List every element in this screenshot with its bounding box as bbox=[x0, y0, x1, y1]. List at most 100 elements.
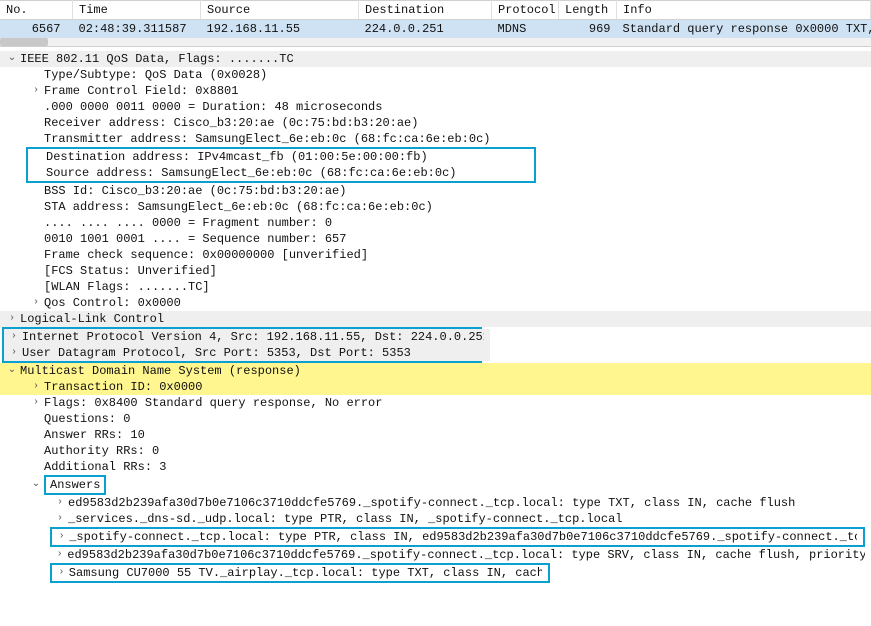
chevron-down-icon[interactable]: ⌄ bbox=[6, 363, 18, 379]
tree-answer-1[interactable]: › _services._dns-sd._udp.local: type PTR… bbox=[0, 511, 871, 527]
tree-mdns-txid-label: Transaction ID: 0x0000 bbox=[44, 379, 202, 395]
tree-wlan-flags[interactable]: › [WLAN Flags: .......TC] bbox=[0, 279, 871, 295]
col-protocol[interactable]: Protocol bbox=[492, 1, 559, 20]
packet-list-hscrollbar-thumb[interactable] bbox=[0, 38, 48, 46]
chevron-right-icon[interactable]: › bbox=[30, 379, 42, 395]
col-no[interactable]: No. bbox=[0, 1, 73, 20]
tree-answer-2[interactable]: › _spotify-connect._tcp.local: type PTR,… bbox=[52, 529, 863, 545]
packet-list-header-row[interactable]: No. Time Source Destination Protocol Len… bbox=[0, 1, 871, 20]
chevron-right-icon[interactable]: › bbox=[6, 311, 18, 327]
chevron-right-icon[interactable]: › bbox=[56, 565, 67, 581]
tree-answer-1-label: _services._dns-sd._udp.local: type PTR, … bbox=[68, 511, 623, 527]
tree-sta-addr[interactable]: › STA address: SamsungElect_6e:eb:0c (68… bbox=[0, 199, 871, 215]
tree-answer-4[interactable]: › Samsung CU7000 55 TV._airplay._tcp.loc… bbox=[52, 565, 548, 581]
chevron-right-icon[interactable]: › bbox=[30, 83, 42, 99]
tree-bssid-label: BSS Id: Cisco_b3:20:ae (0c:75:bd:b3:20:a… bbox=[44, 183, 346, 199]
tree-receiver-addr[interactable]: › Receiver address: Cisco_b3:20:ae (0c:7… bbox=[0, 115, 871, 131]
tree-receiver-addr-label: Receiver address: Cisco_b3:20:ae (0c:75:… bbox=[44, 115, 418, 131]
cell-time: 02:48:39.311587 bbox=[73, 20, 201, 39]
packet-list-hscrollbar[interactable] bbox=[0, 38, 871, 47]
tree-mdns-label: Multicast Domain Name System (response) bbox=[20, 363, 301, 379]
tree-mdns-additional-rrs-label: Additional RRs: 3 bbox=[44, 459, 166, 475]
cell-source: 192.168.11.55 bbox=[201, 20, 359, 39]
cell-no: 6567 bbox=[0, 20, 73, 39]
cell-length: 969 bbox=[559, 20, 617, 39]
tree-mdns-answers[interactable]: ⌄ Answers bbox=[0, 475, 871, 495]
highlight-box-answer-4: › Samsung CU7000 55 TV._airplay._tcp.loc… bbox=[50, 563, 550, 583]
tree-ieee80211[interactable]: ⌄ IEEE 802.11 QoS Data, Flags: .......TC bbox=[0, 51, 871, 67]
tree-ip[interactable]: › Internet Protocol Version 4, Src: 192.… bbox=[4, 329, 490, 345]
packet-list-table[interactable]: No. Time Source Destination Protocol Len… bbox=[0, 0, 871, 38]
tree-mdns-authority-rrs[interactable]: › Authority RRs: 0 bbox=[0, 443, 871, 459]
tree-fcs-status-label: [FCS Status: Unverified] bbox=[44, 263, 217, 279]
tree-sta-addr-label: STA address: SamsungElect_6e:eb:0c (68:f… bbox=[44, 199, 433, 215]
chevron-down-icon[interactable]: ⌄ bbox=[6, 51, 18, 67]
tree-qos-control[interactable]: › Qos Control: 0x0000 bbox=[0, 295, 871, 311]
tree-answer-4-label: Samsung CU7000 55 TV._airplay._tcp.local… bbox=[69, 565, 542, 581]
tree-destination-addr-label: Destination address: IPv4mcast_fb (01:00… bbox=[46, 149, 428, 165]
chevron-right-icon[interactable]: › bbox=[8, 345, 20, 361]
tree-transmitter-addr-label: Transmitter address: SamsungElect_6e:eb:… bbox=[44, 131, 490, 147]
tree-qos-control-label: Qos Control: 0x0000 bbox=[44, 295, 181, 311]
tree-mdns-flags-label: Flags: 0x8400 Standard query response, N… bbox=[44, 395, 382, 411]
chevron-right-icon[interactable]: › bbox=[30, 295, 42, 311]
tree-answer-3-label: ed9583d2b239afa30d7b0e7106c3710ddcfe5769… bbox=[67, 547, 865, 563]
tree-llc[interactable]: › Logical-Link Control bbox=[0, 311, 871, 327]
col-source[interactable]: Source bbox=[201, 1, 359, 20]
tree-mdns-flags[interactable]: › Flags: 0x8400 Standard query response,… bbox=[0, 395, 871, 411]
tree-mdns-additional-rrs[interactable]: › Additional RRs: 3 bbox=[0, 459, 871, 475]
tree-answer-0[interactable]: › ed9583d2b239afa30d7b0e7106c3710ddcfe57… bbox=[0, 495, 871, 511]
tree-answer-3[interactable]: › ed9583d2b239afa30d7b0e7106c3710ddcfe57… bbox=[0, 547, 871, 563]
tree-mdns-questions[interactable]: › Questions: 0 bbox=[0, 411, 871, 427]
col-time[interactable]: Time bbox=[73, 1, 201, 20]
highlight-box-ip-udp: › Internet Protocol Version 4, Src: 192.… bbox=[2, 327, 482, 363]
tree-source-addr-label: Source address: SamsungElect_6e:eb:0c (6… bbox=[46, 165, 456, 181]
chevron-right-icon[interactable]: › bbox=[54, 547, 65, 563]
chevron-right-icon[interactable]: › bbox=[30, 395, 42, 411]
tree-mdns-txid[interactable]: › Transaction ID: 0x0000 bbox=[0, 379, 871, 395]
tree-type-subtype-label: Type/Subtype: QoS Data (0x0028) bbox=[44, 67, 267, 83]
highlight-box-answer-2: › _spotify-connect._tcp.local: type PTR,… bbox=[50, 527, 865, 547]
tree-fragment-number-label: .... .... .... 0000 = Fragment number: 0 bbox=[44, 215, 332, 231]
tree-type-subtype[interactable]: › Type/Subtype: QoS Data (0x0028) bbox=[0, 67, 871, 83]
tree-fcf-label: Frame Control Field: 0x8801 bbox=[44, 83, 238, 99]
tree-fcs[interactable]: › Frame check sequence: 0x00000000 [unve… bbox=[0, 247, 871, 263]
tree-mdns-authority-rrs-label: Authority RRs: 0 bbox=[44, 443, 159, 459]
tree-mdns-questions-label: Questions: 0 bbox=[44, 411, 130, 427]
tree-ieee80211-label: IEEE 802.11 QoS Data, Flags: .......TC bbox=[20, 51, 294, 67]
tree-source-addr[interactable]: › Source address: SamsungElect_6e:eb:0c … bbox=[28, 165, 534, 181]
packet-details-tree[interactable]: ⌄ IEEE 802.11 QoS Data, Flags: .......TC… bbox=[0, 47, 871, 589]
tree-bssid[interactable]: › BSS Id: Cisco_b3:20:ae (0c:75:bd:b3:20… bbox=[0, 183, 871, 199]
tree-mdns-answer-rrs-label: Answer RRs: 10 bbox=[44, 427, 145, 443]
chevron-right-icon[interactable]: › bbox=[56, 529, 67, 545]
chevron-down-icon[interactable]: ⌄ bbox=[30, 477, 42, 493]
tree-ip-label: Internet Protocol Version 4, Src: 192.16… bbox=[22, 329, 484, 345]
tree-mdns-answer-rrs[interactable]: › Answer RRs: 10 bbox=[0, 427, 871, 443]
cell-protocol: MDNS bbox=[492, 20, 559, 39]
col-length[interactable]: Length bbox=[559, 1, 617, 20]
cell-destination: 224.0.0.251 bbox=[359, 20, 492, 39]
tree-sequence-number[interactable]: › 0010 1001 0001 .... = Sequence number:… bbox=[0, 231, 871, 247]
tree-wlan-flags-label: [WLAN Flags: .......TC] bbox=[44, 279, 210, 295]
tree-mdns[interactable]: ⌄ Multicast Domain Name System (response… bbox=[0, 363, 871, 379]
chevron-right-icon[interactable]: › bbox=[54, 495, 66, 511]
tree-fcf[interactable]: › Frame Control Field: 0x8801 bbox=[0, 83, 871, 99]
tree-sequence-number-label: 0010 1001 0001 .... = Sequence number: 6… bbox=[44, 231, 346, 247]
tree-udp-label: User Datagram Protocol, Src Port: 5353, … bbox=[22, 345, 411, 361]
tree-answer-0-label: ed9583d2b239afa30d7b0e7106c3710ddcfe5769… bbox=[68, 495, 795, 511]
chevron-right-icon[interactable]: › bbox=[54, 511, 66, 527]
tree-fragment-number[interactable]: › .... .... .... 0000 = Fragment number:… bbox=[0, 215, 871, 231]
tree-answer-2-label: _spotify-connect._tcp.local: type PTR, c… bbox=[69, 529, 857, 545]
cell-info: Standard query response 0x0000 TXT, cach… bbox=[617, 20, 871, 39]
col-destination[interactable]: Destination bbox=[359, 1, 492, 20]
tree-duration[interactable]: › .000 0000 0011 0000 = Duration: 48 mic… bbox=[0, 99, 871, 115]
tree-fcs-status[interactable]: › [FCS Status: Unverified] bbox=[0, 263, 871, 279]
tree-destination-addr[interactable]: › Destination address: IPv4mcast_fb (01:… bbox=[28, 149, 534, 165]
tree-udp[interactable]: › User Datagram Protocol, Src Port: 5353… bbox=[4, 345, 490, 361]
tree-transmitter-addr[interactable]: › Transmitter address: SamsungElect_6e:e… bbox=[0, 131, 871, 147]
packet-row-selected[interactable]: 6567 02:48:39.311587 192.168.11.55 224.0… bbox=[0, 20, 871, 39]
tree-duration-label: .000 0000 0011 0000 = Duration: 48 micro… bbox=[44, 99, 382, 115]
col-info[interactable]: Info bbox=[617, 1, 871, 20]
chevron-right-icon[interactable]: › bbox=[8, 329, 20, 345]
highlight-box-dest-src: › Destination address: IPv4mcast_fb (01:… bbox=[26, 147, 536, 183]
